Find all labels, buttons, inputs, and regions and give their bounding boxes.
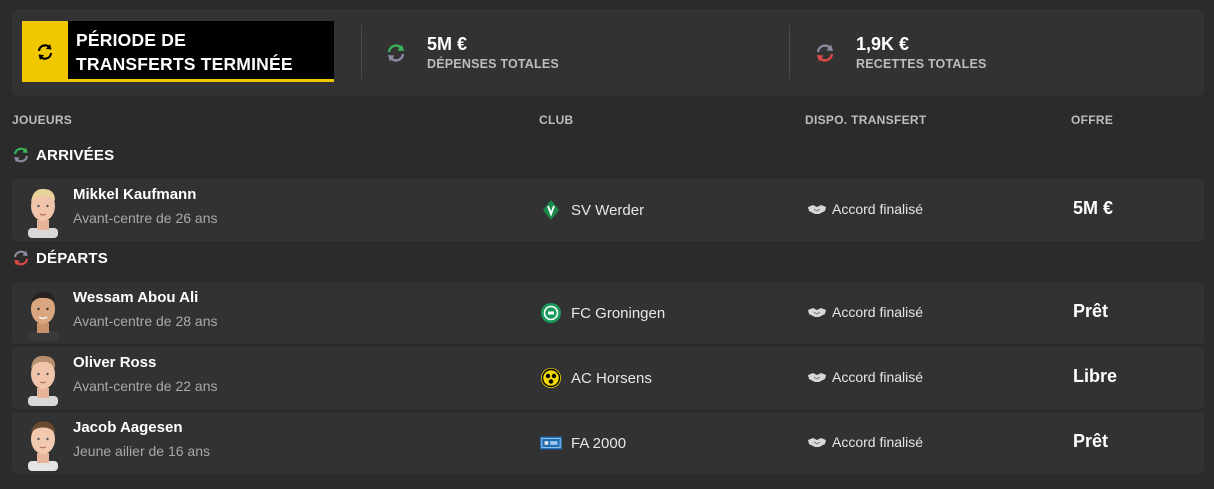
table-row[interactable]: Oliver Ross Avant-centre de 22 ans AC Ho… (12, 347, 1204, 409)
club-cell[interactable]: FC Groningen (540, 302, 665, 324)
handshake-icon (808, 438, 826, 447)
divider (361, 25, 362, 79)
offer-value: Prêt (1073, 431, 1109, 451)
club-cell[interactable]: AC Horsens (540, 367, 652, 389)
transfer-status: Accord finalisé (807, 201, 923, 217)
period-title-line2: TRANSFERTS TERMINÉE (76, 53, 293, 74)
period-underline (68, 79, 334, 82)
offer-value: Libre (1073, 366, 1118, 386)
total-income-value: 1,9K € (856, 34, 910, 54)
total-income-stat: 1,9K € RECETTES TOTALES (814, 33, 987, 73)
transfer-summary-panel: PÉRIODE DE TRANSFERTS TERMINÉE 5M € DÉPE… (12, 9, 1204, 96)
period-title-line1: PÉRIODE DE (76, 29, 186, 50)
player-description: Jeune ailier de 16 ans (73, 443, 210, 459)
werder-crest-icon (540, 199, 562, 221)
club-name[interactable]: FC Groningen (571, 305, 665, 322)
player-name[interactable]: Wessam Abou Ali (73, 289, 198, 306)
table-row[interactable]: Jacob Aagesen Jeune ailier de 16 ans FA … (12, 412, 1204, 474)
horsens-crest-icon (540, 367, 562, 389)
handshake-icon (808, 373, 826, 382)
player-name[interactable]: Mikkel Kaufmann (73, 186, 196, 203)
total-spending-value: 5M € (427, 34, 468, 54)
transfer-status-label: Accord finalisé (832, 201, 924, 217)
transfer-window-icon (22, 21, 68, 82)
club-cell[interactable]: SV Werder (540, 199, 644, 221)
club-name[interactable]: AC Horsens (571, 370, 652, 387)
player-avatar[interactable] (22, 350, 64, 406)
table-row[interactable]: Wessam Abou Ali Avant-centre de 28 ans F… (12, 282, 1204, 344)
offer-value: 5M € (1073, 198, 1114, 218)
club-cell[interactable]: FA 2000 (540, 432, 626, 454)
departures-section-header: DÉPARTS (12, 249, 108, 267)
arrivals-title: ARRIVÉES (36, 146, 115, 164)
divider (789, 25, 790, 79)
spending-arrows-icon (387, 44, 405, 62)
handshake-icon (808, 205, 826, 214)
total-spending-stat: 5M € DÉPENSES TOTALES (385, 33, 559, 73)
income-arrows-icon (816, 44, 834, 62)
player-avatar[interactable] (22, 182, 64, 238)
total-spending-label: DÉPENSES TOTALES (427, 57, 559, 71)
departures-title: DÉPARTS (36, 249, 108, 267)
handshake-icon (808, 308, 826, 317)
arrivals-section-header: ARRIVÉES (12, 146, 114, 164)
table-row[interactable]: Mikkel Kaufmann Avant-centre de 26 ans S… (12, 179, 1204, 241)
departures-icon (13, 250, 29, 266)
transfer-status-label: Accord finalisé (832, 304, 924, 320)
club-name[interactable]: SV Werder (571, 202, 644, 219)
transfer-status-label: Accord finalisé (832, 434, 924, 450)
arrivals-icon (13, 147, 29, 163)
column-header-dispo[interactable]: DISPO. TRANSFERT (805, 113, 926, 127)
column-header-players[interactable]: JOUEURS (12, 113, 72, 127)
total-income-label: RECETTES TOTALES (856, 57, 987, 71)
player-name[interactable]: Oliver Ross (73, 354, 156, 371)
transfer-status: Accord finalisé (807, 434, 923, 450)
transfer-status: Accord finalisé (807, 369, 923, 385)
fa2000-crest-icon (540, 432, 562, 454)
transfer-status: Accord finalisé (807, 304, 923, 320)
player-description: Avant-centre de 28 ans (73, 313, 218, 329)
column-header-offer[interactable]: OFFRE (1071, 113, 1113, 127)
groningen-crest-icon (540, 302, 562, 324)
player-description: Avant-centre de 22 ans (73, 378, 218, 394)
transfer-period-status: PÉRIODE DE TRANSFERTS TERMINÉE (22, 21, 334, 82)
player-description: Avant-centre de 26 ans (73, 210, 218, 226)
club-name[interactable]: FA 2000 (571, 435, 626, 452)
offer-value: Prêt (1073, 301, 1109, 321)
column-header-club[interactable]: CLUB (539, 113, 574, 127)
player-avatar[interactable] (22, 285, 64, 341)
transfer-status-label: Accord finalisé (832, 369, 924, 385)
player-name[interactable]: Jacob Aagesen (73, 419, 183, 436)
player-avatar[interactable] (22, 415, 64, 471)
